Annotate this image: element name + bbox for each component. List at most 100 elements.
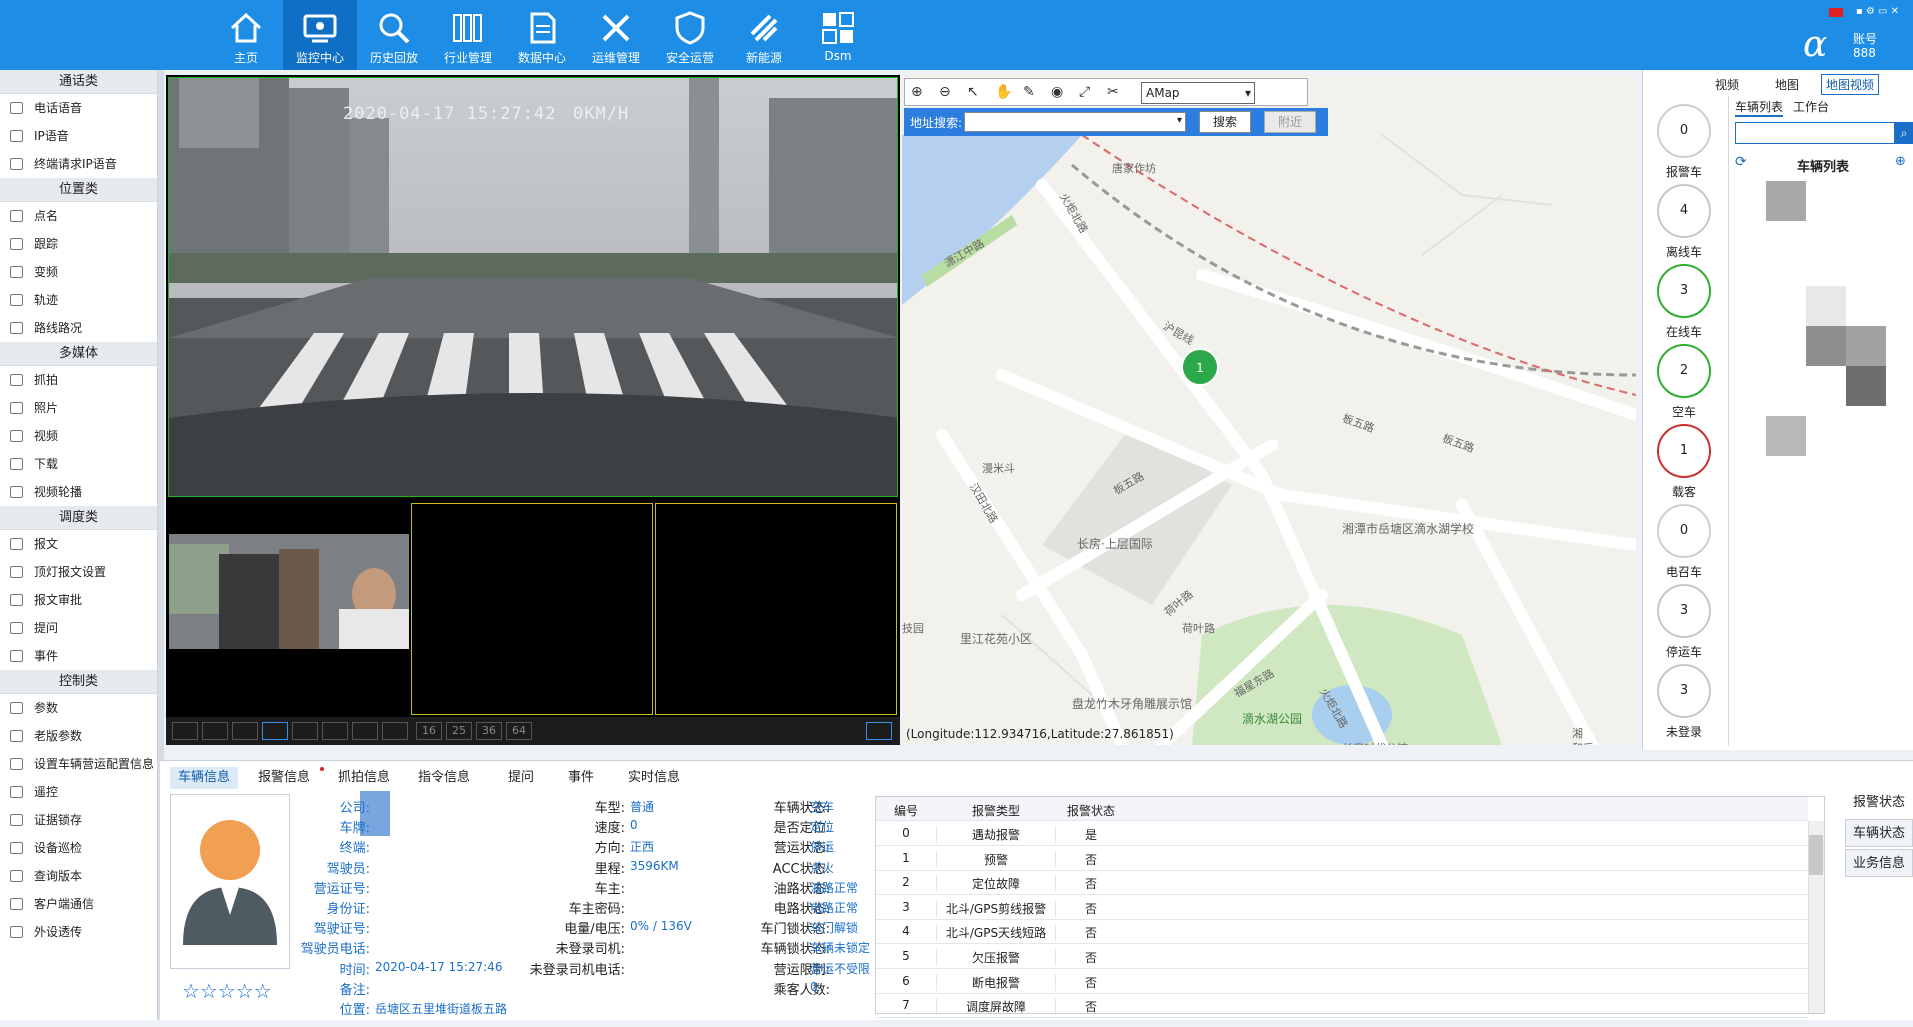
sidebar-item[interactable]: 抓拍: [0, 366, 157, 394]
sidebar-item[interactable]: 视频轮播: [0, 478, 157, 506]
pan-icon[interactable]: ✋: [995, 84, 1013, 102]
table-row[interactable]: 7 调度屏故障 否: [876, 993, 1808, 1019]
sidebar-item[interactable]: 提问: [0, 614, 157, 642]
sidebar-item[interactable]: 老版参数: [0, 722, 157, 750]
fullscreen-icon[interactable]: ⤢: [1079, 84, 1097, 102]
vehicle-search-input[interactable]: [1735, 122, 1895, 144]
sidebar-item[interactable]: 路线路况: [0, 314, 157, 342]
stat-1[interactable]: 4 离线车: [1649, 184, 1719, 262]
rating-stars[interactable]: ☆☆☆☆☆: [182, 979, 272, 1003]
clear-icon[interactable]: ✂: [1107, 84, 1125, 102]
nav-books[interactable]: 行业管理: [431, 0, 505, 70]
select-icon[interactable]: ↖: [967, 84, 985, 102]
center-icon[interactable]: ◉: [1051, 84, 1069, 102]
status-tab-2[interactable]: 业务信息: [1845, 849, 1913, 877]
stat-6[interactable]: 3 停运车: [1649, 584, 1719, 662]
tab-6[interactable]: 实时信息: [620, 767, 688, 789]
nav-document[interactable]: 数据中心: [505, 0, 579, 70]
stat-7[interactable]: 3 未登录: [1649, 664, 1719, 742]
sidebar-item[interactable]: IP语音: [0, 122, 157, 150]
subtab-workbench[interactable]: 工作台: [1793, 98, 1829, 115]
nav-home[interactable]: 主页: [209, 0, 283, 70]
zoom-in-icon[interactable]: ⊕: [911, 84, 929, 102]
layout-16-button[interactable]: 16: [416, 722, 442, 740]
tab-0[interactable]: 车辆信息: [170, 767, 239, 789]
tab-4[interactable]: 提问: [500, 767, 542, 789]
sidebar-item[interactable]: 终端请求IP语音: [0, 150, 157, 178]
layout-6-icon[interactable]: [262, 722, 288, 740]
video-channel-2[interactable]: [168, 503, 410, 715]
sidebar-item[interactable]: 点名: [0, 202, 157, 230]
tab-5[interactable]: 事件: [560, 767, 602, 789]
nav-grid[interactable]: Dsm: [801, 0, 875, 70]
sidebar-item[interactable]: 轨迹: [0, 286, 157, 314]
sidebar-item[interactable]: 事件: [0, 642, 157, 670]
sidebar-item[interactable]: 顶灯报文设置: [0, 558, 157, 586]
table-row[interactable]: 1 预警 否: [876, 846, 1808, 871]
nav-tools[interactable]: 运维管理: [579, 0, 653, 70]
status-tab-0[interactable]: 报警状态: [1845, 789, 1913, 817]
table-row[interactable]: 2 定位故障 否: [876, 870, 1808, 896]
stat-0[interactable]: 0 报警车: [1649, 104, 1719, 182]
sidebar-item[interactable]: 报文审批: [0, 586, 157, 614]
fullscreen-icon[interactable]: [172, 722, 198, 740]
window-controls[interactable]: ▪ ⚙ ▭ ✕: [1856, 6, 1899, 17]
nav-shield[interactable]: 安全运营: [653, 0, 727, 70]
main-video-channel[interactable]: 2020-04-17 15:27:42 0KM/H: [168, 77, 898, 497]
stat-2[interactable]: 3 在线车: [1649, 264, 1719, 342]
sidebar-item[interactable]: 报文: [0, 530, 157, 558]
add-icon[interactable]: ⊕: [1895, 154, 1906, 169]
zoom-out-icon[interactable]: ⊖: [939, 84, 957, 102]
sidebar-item[interactable]: 下载: [0, 450, 157, 478]
tab-map-video[interactable]: 地图视频: [1821, 74, 1880, 95]
sidebar-item[interactable]: 设备巡检: [0, 834, 157, 862]
sidebar-item[interactable]: 查询版本: [0, 862, 157, 890]
stat-4[interactable]: 1 载客: [1649, 424, 1719, 502]
map-panel[interactable]: 1 潇江中路 火炬北路 沪昆线 板五路 板五路 汉田北路 板五路 长房·上层国际 湘潭市岳塘区滴…: [902, 75, 1636, 745]
measure-icon[interactable]: ✎: [1023, 84, 1041, 102]
layout-10-icon[interactable]: [352, 722, 378, 740]
stat-3[interactable]: 2 空车: [1649, 344, 1719, 422]
sidebar-item[interactable]: 照片: [0, 394, 157, 422]
layout-8-icon[interactable]: [292, 722, 318, 740]
account-area[interactable]: ▪ ⚙ ▭ ✕ α 账号 888: [1789, 6, 1899, 65]
scrollbar-thumb[interactable]: [1809, 835, 1823, 875]
layout-64-button[interactable]: 64: [506, 722, 532, 740]
sidebar-item[interactable]: 电话语音: [0, 94, 157, 122]
layout-4-icon[interactable]: [232, 722, 258, 740]
search-icon[interactable]: ⌕: [1895, 122, 1913, 144]
status-tab-1[interactable]: 车辆状态: [1845, 819, 1913, 847]
sidebar-item[interactable]: 变频: [0, 258, 157, 286]
sidebar-item[interactable]: 遥控: [0, 778, 157, 806]
video-channel-3[interactable]: [411, 503, 653, 715]
nav-energy[interactable]: 新能源: [727, 0, 801, 70]
sidebar-item[interactable]: 外设透传: [0, 918, 157, 946]
map-provider-select[interactable]: AMap ▾: [1141, 82, 1255, 104]
sidebar-item[interactable]: 设置车辆营运配置信息: [0, 750, 157, 778]
tab-2[interactable]: 抓拍信息: [330, 767, 398, 789]
layout-1-icon[interactable]: [202, 722, 228, 740]
video-channel-4[interactable]: [655, 503, 897, 715]
subtab-vehicle-list[interactable]: 车辆列表: [1735, 98, 1784, 117]
table-row[interactable]: 3 北斗/GPS剪线报警 否: [876, 895, 1808, 920]
maximize-icon[interactable]: [866, 722, 892, 740]
sidebar-item[interactable]: 参数: [0, 694, 157, 722]
tab-1[interactable]: 报警信息: [250, 767, 318, 789]
sidebar-item[interactable]: 跟踪: [0, 230, 157, 258]
refresh-icon[interactable]: ⟳: [1735, 154, 1747, 170]
table-row[interactable]: 5 欠压报警 否: [876, 944, 1808, 969]
nav-history-search[interactable]: 历史回放: [357, 0, 431, 70]
sidebar-item[interactable]: 视频: [0, 422, 157, 450]
stat-5[interactable]: 0 电召车: [1649, 504, 1719, 582]
tab-video[interactable]: 视频: [1715, 76, 1739, 93]
nearby-button[interactable]: 附近: [1264, 111, 1316, 133]
layout-9-icon[interactable]: [322, 722, 348, 740]
layout-36-button[interactable]: 36: [476, 722, 502, 740]
tab-3[interactable]: 指令信息: [410, 767, 478, 789]
layout-25-button[interactable]: 25: [446, 722, 472, 740]
table-row[interactable]: 0 遇劫报警 是: [876, 821, 1808, 846]
sidebar-item[interactable]: 客户端通信: [0, 890, 157, 918]
address-search-input[interactable]: ▾: [964, 112, 1186, 132]
search-button[interactable]: 搜索: [1199, 111, 1251, 133]
layout-13-icon[interactable]: [382, 722, 408, 740]
